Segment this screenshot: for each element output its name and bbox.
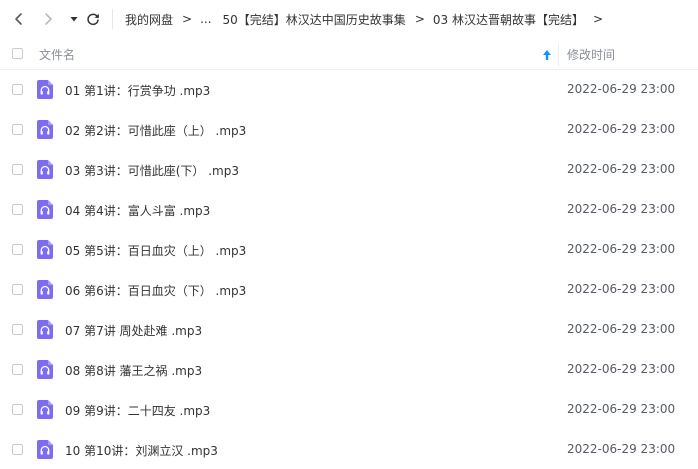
sort-ascending-icon[interactable] (541, 48, 553, 62)
column-header-filename[interactable]: 文件名 (39, 46, 75, 63)
audio-file-icon (37, 240, 53, 259)
breadcrumb-item-ellipsis[interactable]: ... (200, 12, 211, 26)
file-row-checkbox[interactable] (12, 124, 23, 135)
file-row-checkbox[interactable] (12, 84, 23, 95)
file-name[interactable]: 03 第3讲：可惜此座(下） .mp3 (65, 162, 239, 179)
file-name[interactable]: 04 第4讲：富人斗富 .mp3 (65, 202, 210, 219)
file-row[interactable]: 04 第4讲：富人斗富 .mp3 2022-06-29 23:00 (0, 190, 698, 230)
file-name[interactable]: 01 第1讲：行赏争功 .mp3 (65, 82, 210, 99)
navigation-bar: 我的网盘 > ... 50【完结】林汉达中国历史故事集 > 03 林汉达晋朝故事… (0, 0, 698, 40)
file-name[interactable]: 08 第8讲 藩王之祸 .mp3 (65, 362, 202, 379)
audio-file-icon (37, 440, 53, 459)
file-list: 01 第1讲：行赏争功 .mp3 2022-06-29 23:00 02 第2讲：可… (0, 70, 698, 469)
file-modified-time: 2022-06-29 23:00 (567, 282, 676, 296)
audio-file-icon (37, 200, 53, 219)
list-header: 文件名 修改时间 (0, 40, 698, 70)
file-row-checkbox[interactable] (12, 364, 23, 375)
file-row-checkbox[interactable] (12, 204, 23, 215)
file-name[interactable]: 07 第7讲 周处赴难 .mp3 (65, 322, 202, 339)
refresh-button[interactable] (81, 7, 105, 31)
back-button[interactable] (7, 7, 31, 31)
breadcrumb-item-current-folder[interactable]: 03 林汉达晋朝故事【完结】 (433, 11, 584, 28)
file-modified-time: 2022-06-29 23:00 (567, 82, 676, 96)
chevron-right-icon (45, 13, 52, 25)
file-name[interactable]: 05 第5讲：百日血灾（上） .mp3 (65, 242, 246, 259)
audio-file-icon (37, 120, 53, 139)
file-row-checkbox[interactable] (12, 404, 23, 415)
file-row-checkbox[interactable] (12, 244, 23, 255)
chevron-left-icon (15, 13, 22, 25)
file-row[interactable]: 02 第2讲：可惜此座（上） .mp3 2022-06-29 23:00 (0, 110, 698, 150)
file-row[interactable]: 01 第1讲：行赏争功 .mp3 2022-06-29 23:00 (0, 70, 698, 110)
refresh-icon (87, 13, 99, 26)
file-row-checkbox[interactable] (12, 444, 23, 455)
audio-file-icon (37, 320, 53, 339)
forward-button[interactable] (36, 7, 60, 31)
select-all-checkbox[interactable] (12, 48, 23, 59)
file-name[interactable]: 09 第9讲：二十四友 .mp3 (65, 402, 210, 419)
file-row[interactable]: 07 第7讲 周处赴难 .mp3 2022-06-29 23:00 (0, 310, 698, 350)
audio-file-icon (37, 360, 53, 379)
file-modified-time: 2022-06-29 23:00 (567, 242, 676, 256)
file-name[interactable]: 06 第6讲：百日血灾（下） .mp3 (65, 282, 246, 299)
audio-file-icon (37, 80, 53, 99)
file-modified-time: 2022-06-29 23:00 (567, 162, 676, 176)
file-browser: 我的网盘 > ... 50【完结】林汉达中国历史故事集 > 03 林汉达晋朝故事… (0, 0, 698, 469)
file-row-checkbox[interactable] (12, 284, 23, 295)
breadcrumb-separator: > (592, 12, 604, 26)
file-row-checkbox[interactable] (12, 164, 23, 175)
file-row[interactable]: 09 第9讲：二十四友 .mp3 2022-06-29 23:00 (0, 390, 698, 430)
file-modified-time: 2022-06-29 23:00 (567, 322, 676, 336)
file-row[interactable]: 05 第5讲：百日血灾（上） .mp3 2022-06-29 23:00 (0, 230, 698, 270)
file-row[interactable]: 10 第10讲：刘渊立汉 .mp3 2022-06-29 23:00 (0, 430, 698, 469)
breadcrumb: 我的网盘 > ... 50【完结】林汉达中国历史故事集 > 03 林汉达晋朝故事… (125, 10, 611, 28)
file-modified-time: 2022-06-29 23:00 (567, 362, 676, 376)
breadcrumb-item-home[interactable]: 我的网盘 (125, 11, 173, 28)
audio-file-icon (37, 280, 53, 299)
file-modified-time: 2022-06-29 23:00 (567, 442, 676, 456)
file-row[interactable]: 06 第6讲：百日血灾（下） .mp3 2022-06-29 23:00 (0, 270, 698, 310)
column-header-modified-time[interactable]: 修改时间 (567, 46, 615, 63)
breadcrumb-separator: > (182, 12, 193, 26)
file-name[interactable]: 10 第10讲：刘渊立汉 .mp3 (65, 442, 218, 459)
file-name[interactable]: 02 第2讲：可惜此座（上） .mp3 (65, 122, 246, 139)
audio-file-icon (37, 160, 53, 179)
file-modified-time: 2022-06-29 23:00 (567, 402, 676, 416)
file-row[interactable]: 08 第8讲 藩王之祸 .mp3 2022-06-29 23:00 (0, 350, 698, 390)
nav-divider (112, 9, 113, 29)
caret-down-icon (70, 17, 78, 22)
audio-file-icon (37, 400, 53, 419)
file-modified-time: 2022-06-29 23:00 (567, 202, 676, 216)
breadcrumb-separator: > (414, 12, 425, 26)
breadcrumb-item-collection[interactable]: 50【完结】林汉达中国历史故事集 (223, 11, 406, 28)
file-row-checkbox[interactable] (12, 324, 23, 335)
column-divider[interactable] (558, 44, 559, 66)
file-modified-time: 2022-06-29 23:00 (567, 122, 676, 136)
file-row[interactable]: 03 第3讲：可惜此座(下） .mp3 2022-06-29 23:00 (0, 150, 698, 190)
